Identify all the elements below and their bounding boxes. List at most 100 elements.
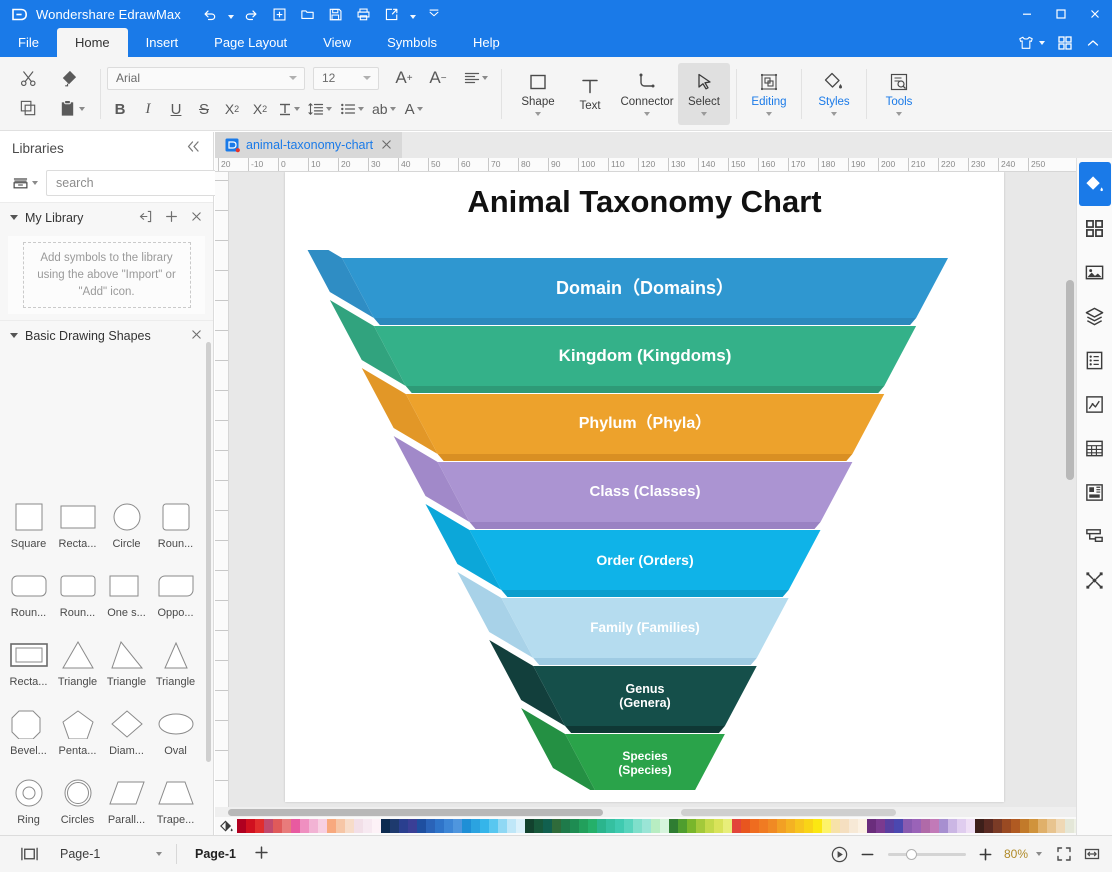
funnel-band[interactable] xyxy=(405,394,885,454)
page-selector[interactable]: Page-1 xyxy=(50,842,168,866)
color-swatch[interactable] xyxy=(498,819,507,833)
shape-item[interactable]: Diam... xyxy=(102,699,151,768)
color-swatch[interactable] xyxy=(1011,819,1020,833)
fill-panel-button[interactable] xyxy=(1078,162,1111,206)
color-swatch[interactable] xyxy=(813,819,822,833)
color-swatch[interactable] xyxy=(552,819,561,833)
color-swatch[interactable] xyxy=(273,819,282,833)
color-swatch[interactable] xyxy=(345,819,354,833)
decrease-font-size-button[interactable]: A − xyxy=(425,66,451,91)
color-swatch[interactable] xyxy=(633,819,642,833)
color-swatch[interactable] xyxy=(480,819,489,833)
shape-item[interactable]: Oppo... xyxy=(151,561,200,630)
new-document-button[interactable] xyxy=(267,3,293,25)
color-swatch[interactable] xyxy=(849,819,858,833)
shape-item[interactable]: Circle xyxy=(102,492,151,561)
customize-qat-button[interactable] xyxy=(421,3,447,25)
shape-item[interactable]: Triangle xyxy=(151,630,200,699)
color-swatch[interactable] xyxy=(876,819,885,833)
canvas-horizontal-scrollbar-thumb[interactable] xyxy=(228,809,603,816)
color-swatch[interactable] xyxy=(237,819,246,833)
funnel-band[interactable] xyxy=(373,326,917,386)
shape-item[interactable]: Roun... xyxy=(151,492,200,561)
share-dropdown-caret[interactable] xyxy=(407,3,419,25)
increase-font-size-button[interactable]: A + xyxy=(391,66,417,91)
menu-item-view[interactable]: View xyxy=(305,28,369,57)
color-swatch[interactable] xyxy=(453,819,462,833)
page-view-icon[interactable] xyxy=(14,842,44,866)
color-swatch[interactable] xyxy=(678,819,687,833)
menu-item-insert[interactable]: Insert xyxy=(128,28,197,57)
color-swatch[interactable] xyxy=(534,819,543,833)
color-swatch[interactable] xyxy=(642,819,651,833)
color-swatch[interactable] xyxy=(984,819,993,833)
color-swatch[interactable] xyxy=(597,819,606,833)
italic-button[interactable]: I xyxy=(135,97,161,122)
color-swatch[interactable] xyxy=(723,819,732,833)
zoom-level-value[interactable]: 80% xyxy=(1002,847,1030,861)
shape-item[interactable]: Roun... xyxy=(53,561,102,630)
search-input[interactable] xyxy=(56,176,217,190)
copy-button[interactable] xyxy=(14,96,42,122)
canvas-horizontal-scrollbar-thumb-secondary[interactable] xyxy=(681,809,896,816)
color-swatch[interactable] xyxy=(372,819,381,833)
shape-item[interactable]: Trape... xyxy=(151,768,200,835)
zoom-in-button[interactable] xyxy=(974,842,998,866)
color-swatch[interactable] xyxy=(282,819,291,833)
cut-button[interactable] xyxy=(14,66,42,92)
image-panel-button[interactable] xyxy=(1079,250,1111,294)
funnel-band[interactable] xyxy=(469,530,821,590)
menu-item-help[interactable]: Help xyxy=(455,28,518,57)
color-swatch[interactable] xyxy=(381,819,390,833)
superscript-button[interactable]: X2 xyxy=(219,97,245,122)
fit-width-button[interactable] xyxy=(1080,842,1104,866)
color-swatch[interactable] xyxy=(507,819,516,833)
color-swatch[interactable] xyxy=(300,819,309,833)
document-page[interactable]: Animal Taxonomy Chart Domain（Domains） Kin… xyxy=(285,172,1004,802)
print-button[interactable] xyxy=(351,3,377,25)
text-color-button[interactable] xyxy=(275,97,303,122)
color-swatch[interactable] xyxy=(993,819,1002,833)
color-swatch[interactable] xyxy=(921,819,930,833)
document-tab[interactable]: animal-taxonomy-chart xyxy=(215,132,403,158)
styles-menu[interactable]: Styles xyxy=(808,63,860,125)
funnel-band[interactable] xyxy=(533,666,757,726)
shapes-scroll-area[interactable]: Square Recta... Circle Roun... Roun... Roun..… xyxy=(0,486,206,835)
color-swatch[interactable] xyxy=(363,819,372,833)
text-tool[interactable]: Text xyxy=(564,63,616,125)
shape-item[interactable]: Penta... xyxy=(53,699,102,768)
apps-grid-button[interactable] xyxy=(1052,31,1078,55)
color-swatch[interactable] xyxy=(327,819,336,833)
text-case-button[interactable]: ab xyxy=(369,97,399,122)
color-swatch[interactable] xyxy=(1002,819,1011,833)
outline-panel-button[interactable] xyxy=(1079,514,1111,558)
save-button[interactable] xyxy=(323,3,349,25)
color-swatch[interactable] xyxy=(606,819,615,833)
color-swatch[interactable] xyxy=(948,819,957,833)
line-spacing-button[interactable] xyxy=(305,97,335,122)
shape-item[interactable]: Square xyxy=(4,492,53,561)
close-button[interactable] xyxy=(1078,0,1112,28)
basic-shapes-section-header[interactable]: Basic Drawing Shapes xyxy=(0,320,213,350)
distribute-panel-button[interactable] xyxy=(1079,558,1111,602)
menu-item-file[interactable]: File xyxy=(0,28,57,57)
color-swatch[interactable] xyxy=(939,819,948,833)
libraries-scrollbar[interactable] xyxy=(206,342,211,762)
color-swatch[interactable] xyxy=(390,819,399,833)
shape-item[interactable]: Recta... xyxy=(53,492,102,561)
color-swatch[interactable] xyxy=(444,819,453,833)
select-tool[interactable]: Select xyxy=(678,62,730,125)
color-swatch[interactable] xyxy=(615,819,624,833)
color-swatch[interactable] xyxy=(291,819,300,833)
shape-item[interactable]: Parall... xyxy=(102,768,151,835)
undo-button[interactable] xyxy=(197,3,223,25)
zoom-out-button[interactable] xyxy=(856,842,880,866)
color-swatch[interactable] xyxy=(318,819,327,833)
color-swatch[interactable] xyxy=(894,819,903,833)
presentation-button[interactable] xyxy=(828,842,852,866)
my-library-dropzone[interactable]: Add symbols to the library using the abo… xyxy=(22,242,191,308)
subscript-button[interactable]: X2 xyxy=(247,97,273,122)
color-swatch[interactable] xyxy=(840,819,849,833)
color-swatch[interactable] xyxy=(408,819,417,833)
color-swatch[interactable] xyxy=(759,819,768,833)
